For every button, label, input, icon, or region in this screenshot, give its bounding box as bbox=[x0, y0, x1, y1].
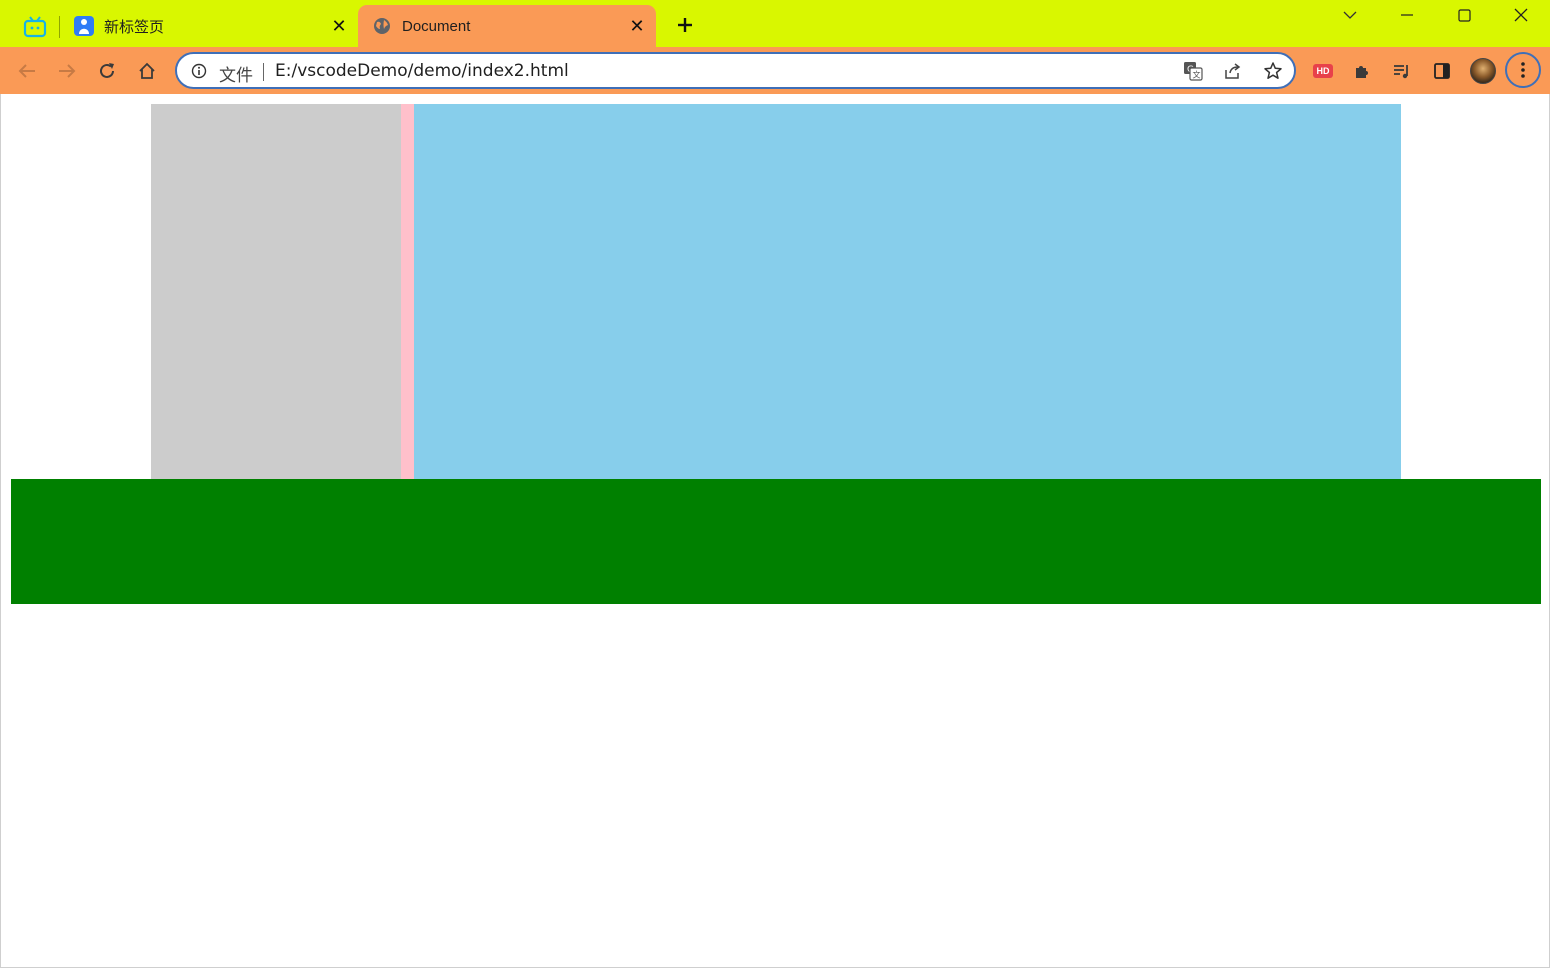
minimize-button[interactable] bbox=[1384, 0, 1430, 30]
address-url[interactable]: E:/vscodeDemo/demo/index2.html bbox=[275, 61, 569, 81]
tab-title: 新标签页 bbox=[104, 18, 165, 36]
media-control-button[interactable] bbox=[1387, 56, 1417, 86]
hd-extension-icon[interactable]: HD bbox=[1313, 64, 1333, 78]
tab-separator bbox=[59, 16, 60, 38]
tab-document[interactable]: Document ✕ bbox=[358, 5, 656, 47]
browser-toolbar: 文件 E:/vscodeDemo/demo/index2.html G 文 HD bbox=[0, 47, 1550, 94]
globe-icon bbox=[372, 16, 392, 36]
profile-avatar[interactable] bbox=[1470, 58, 1496, 84]
info-icon[interactable] bbox=[189, 61, 209, 81]
tab-strip: 新标签页 ✕ Document ✕ bbox=[0, 0, 1550, 47]
tab-search-button[interactable] bbox=[1327, 0, 1373, 30]
more-vertical-icon bbox=[1521, 62, 1525, 78]
maximize-button[interactable] bbox=[1441, 0, 1487, 30]
translate-icon[interactable]: G 文 bbox=[1181, 59, 1205, 83]
grey-left-column bbox=[151, 104, 401, 479]
tab-title: Document bbox=[402, 17, 471, 35]
chevron-down-icon bbox=[1343, 11, 1357, 19]
blue-main-column bbox=[414, 104, 1401, 479]
arrow-right-icon bbox=[59, 64, 76, 78]
home-icon bbox=[139, 62, 155, 79]
extensions-button[interactable] bbox=[1347, 56, 1377, 86]
close-window-button[interactable] bbox=[1498, 0, 1544, 30]
home-button[interactable] bbox=[132, 56, 162, 86]
address-bar[interactable]: 文件 E:/vscodeDemo/demo/index2.html G 文 bbox=[175, 52, 1296, 89]
close-tab-icon[interactable]: ✕ bbox=[626, 15, 648, 37]
pink-divider-column bbox=[401, 104, 414, 479]
bilibili-tv-icon[interactable] bbox=[22, 15, 48, 39]
side-panel-button[interactable] bbox=[1427, 56, 1457, 86]
svg-text:文: 文 bbox=[1193, 70, 1201, 80]
green-footer-block bbox=[11, 479, 1541, 604]
close-icon bbox=[1514, 8, 1528, 22]
minimize-icon bbox=[1401, 14, 1413, 16]
maximize-icon bbox=[1457, 8, 1471, 22]
side-panel-icon bbox=[1434, 63, 1450, 79]
person-favicon-icon bbox=[74, 16, 94, 36]
forward-button[interactable] bbox=[52, 56, 82, 86]
share-icon[interactable] bbox=[1221, 59, 1245, 83]
bookmark-star-icon[interactable] bbox=[1261, 59, 1285, 83]
plus-icon bbox=[678, 18, 692, 32]
reload-icon bbox=[100, 63, 114, 78]
playlist-icon bbox=[1394, 65, 1408, 79]
back-button[interactable] bbox=[12, 56, 42, 86]
page-viewport bbox=[0, 94, 1550, 968]
address-divider bbox=[263, 63, 264, 81]
reload-button[interactable] bbox=[92, 56, 122, 86]
arrow-left-icon bbox=[18, 64, 35, 78]
scheme-label: 文件 bbox=[219, 66, 253, 86]
browser-menu-button[interactable] bbox=[1505, 52, 1541, 88]
tab-new-tab[interactable]: 新标签页 ✕ bbox=[62, 5, 358, 47]
new-tab-button[interactable] bbox=[672, 12, 698, 38]
close-tab-icon[interactable]: ✕ bbox=[328, 15, 350, 37]
puzzle-icon bbox=[1356, 66, 1368, 78]
